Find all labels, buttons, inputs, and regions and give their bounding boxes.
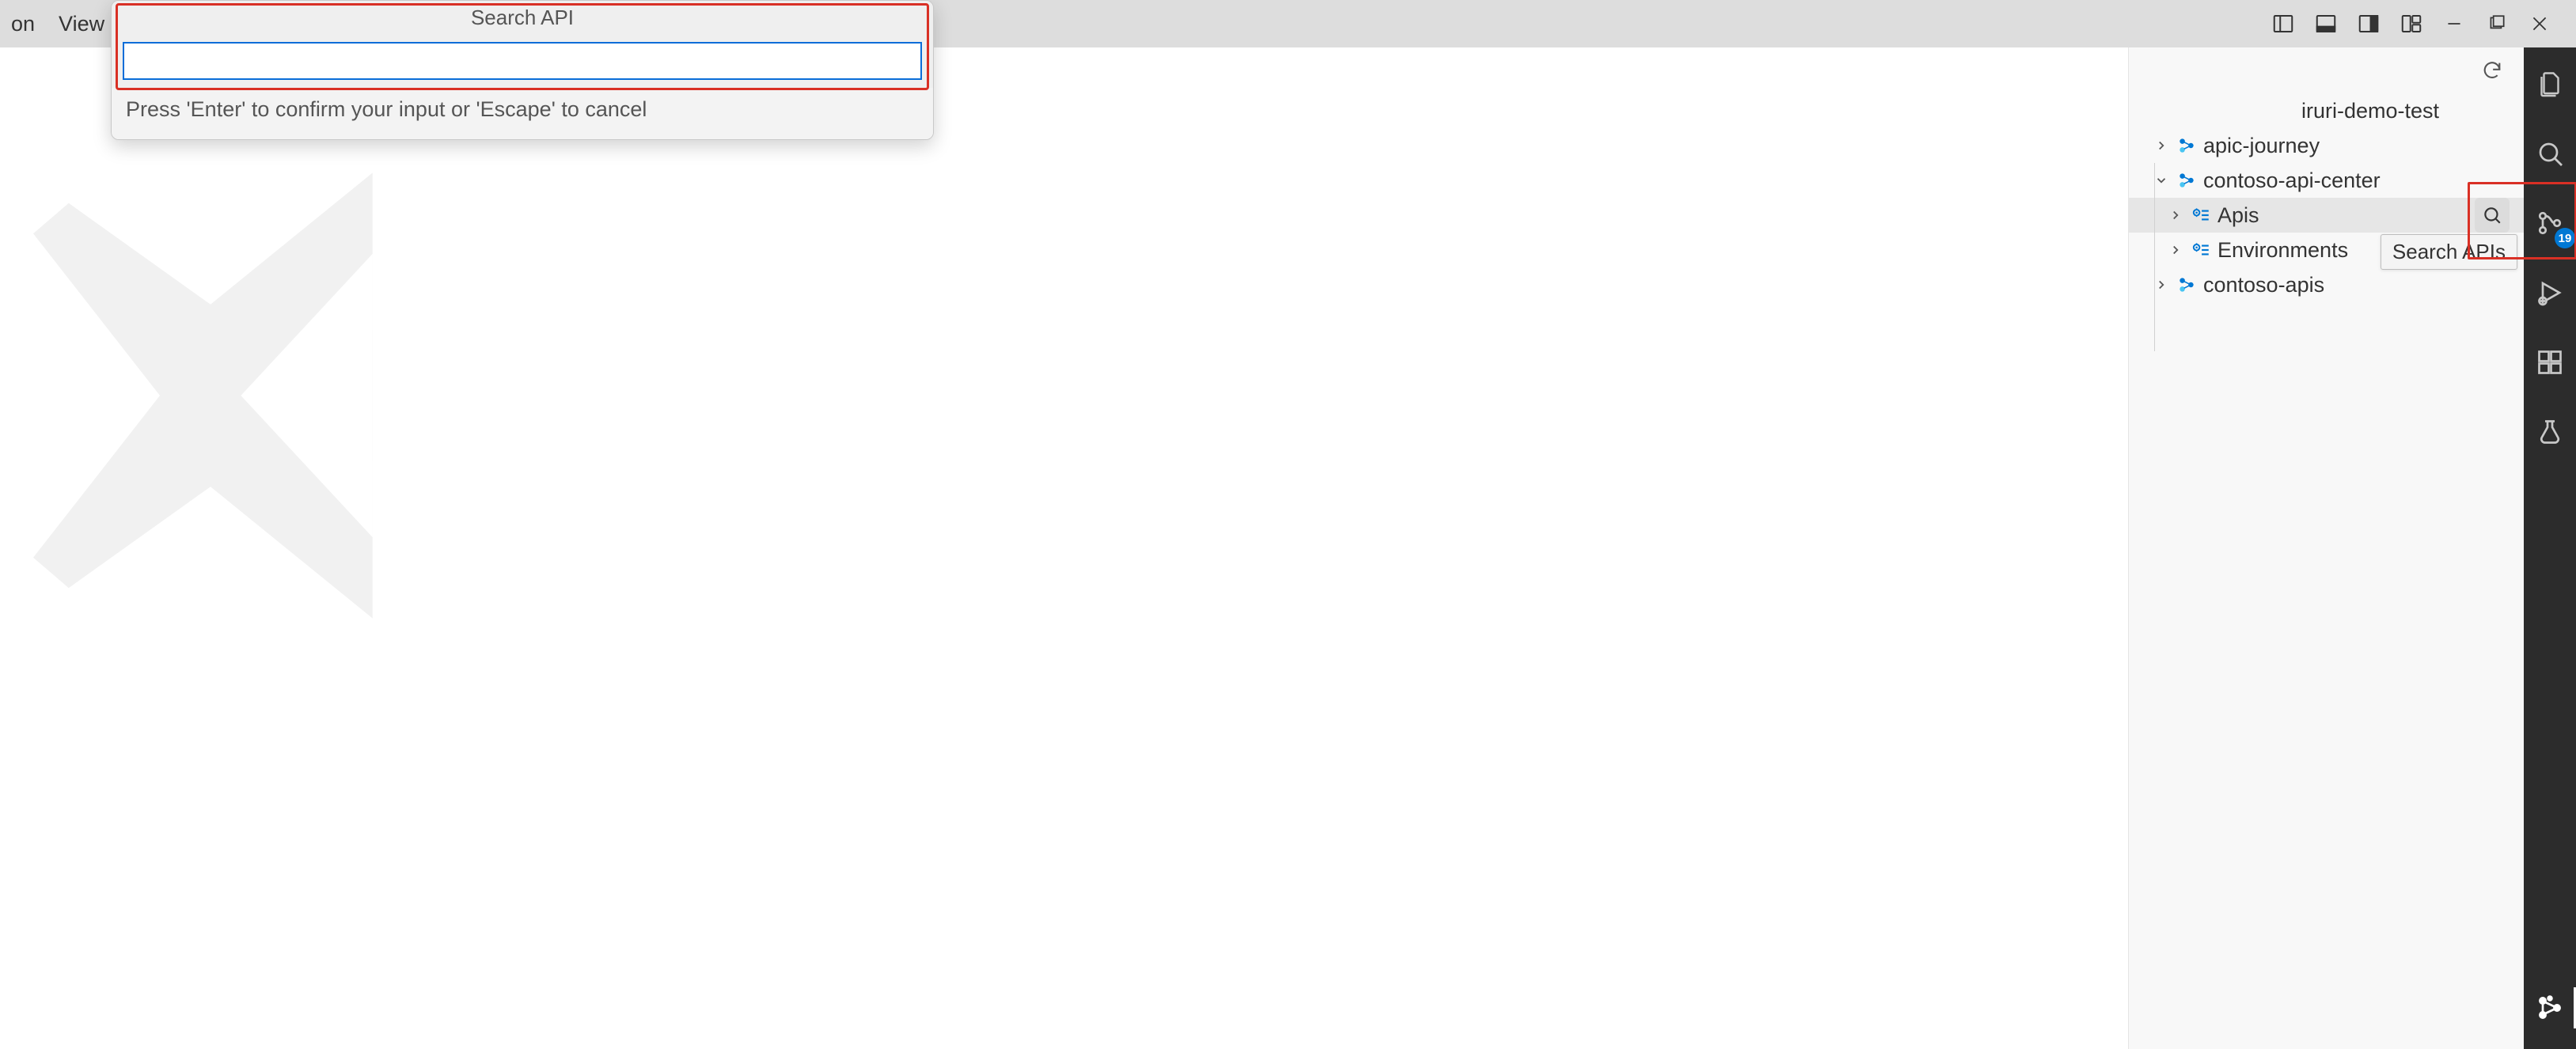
activity-api-center-icon[interactable] (2529, 987, 2570, 1028)
main-area: iruri-demo-test apic-journey (0, 47, 2576, 1049)
activity-testing-icon[interactable] (2529, 411, 2570, 453)
titlebar-right-controls (2266, 6, 2576, 41)
tree-row-apis[interactable]: Apis (2129, 198, 2524, 233)
search-apis-button[interactable] (2475, 198, 2510, 233)
activity-extensions-icon[interactable] (2529, 342, 2570, 383)
activity-source-control-icon[interactable]: 19 (2529, 203, 2570, 244)
tree-row-contoso-apis[interactable]: contoso-apis (2129, 267, 2524, 302)
gear-list-icon (2191, 240, 2211, 260)
menu-item-view[interactable]: View (54, 9, 109, 40)
layout-toggle-icon[interactable] (2394, 6, 2429, 41)
api-center-icon (2176, 135, 2197, 156)
activity-explorer-icon[interactable] (2529, 63, 2570, 104)
tree-label: contoso-apis (2203, 273, 2324, 297)
chevron-right-icon[interactable] (2153, 137, 2170, 154)
vscode-logo-watermark (0, 142, 522, 649)
tree-label: Apis (2217, 203, 2259, 228)
gear-list-icon (2191, 205, 2211, 225)
layout-bottom-panel-icon[interactable] (2309, 6, 2343, 41)
quick-input-palette: Search API Press 'Enter' to confirm your… (111, 0, 934, 140)
chevron-right-icon[interactable] (2167, 241, 2184, 259)
tree-row-contoso-api-center[interactable]: contoso-api-center (2129, 163, 2524, 198)
quick-input-hint: Press 'Enter' to confirm your input or '… (112, 88, 933, 139)
layout-left-sidebar-icon[interactable] (2266, 6, 2301, 41)
tree-label-root: iruri-demo-test (2301, 99, 2439, 123)
editor-empty-area (0, 47, 2128, 1049)
refresh-icon[interactable] (2476, 55, 2508, 86)
layout-right-sidebar-icon[interactable] (2351, 6, 2386, 41)
tree-guide-line (2154, 163, 2155, 351)
window-maximize-button[interactable] (2479, 6, 2514, 41)
quick-input-field[interactable] (123, 42, 922, 80)
tooltip-text: Search APIs (2392, 240, 2506, 263)
chevron-down-icon[interactable] (2153, 172, 2170, 189)
api-center-icon (2176, 170, 2197, 191)
tree-label: Environments (2217, 238, 2348, 263)
menu-item-partial[interactable]: on (6, 9, 40, 40)
source-control-badge: 19 (2555, 228, 2575, 248)
azure-api-center-panel: iruri-demo-test apic-journey (2128, 47, 2524, 1049)
tree-label: contoso-api-center (2203, 169, 2381, 193)
activity-bar: 19 (2524, 47, 2576, 1049)
api-center-tree: iruri-demo-test apic-journey (2129, 93, 2524, 302)
tree-row-apic-journey[interactable]: apic-journey (2129, 128, 2524, 163)
window-minimize-button[interactable] (2437, 6, 2472, 41)
tree-row-root[interactable]: iruri-demo-test (2129, 93, 2524, 128)
api-center-icon (2176, 275, 2197, 295)
tree-label: apic-journey (2203, 134, 2320, 158)
quick-input-title: Search API (112, 1, 933, 34)
chevron-right-icon[interactable] (2167, 206, 2184, 224)
activity-run-debug-icon[interactable] (2529, 272, 2570, 313)
panel-header (2129, 47, 2524, 93)
activity-search-icon[interactable] (2529, 133, 2570, 174)
chevron-right-icon[interactable] (2153, 276, 2170, 293)
search-apis-tooltip: Search APIs (2381, 234, 2517, 270)
window-close-button[interactable] (2522, 6, 2557, 41)
